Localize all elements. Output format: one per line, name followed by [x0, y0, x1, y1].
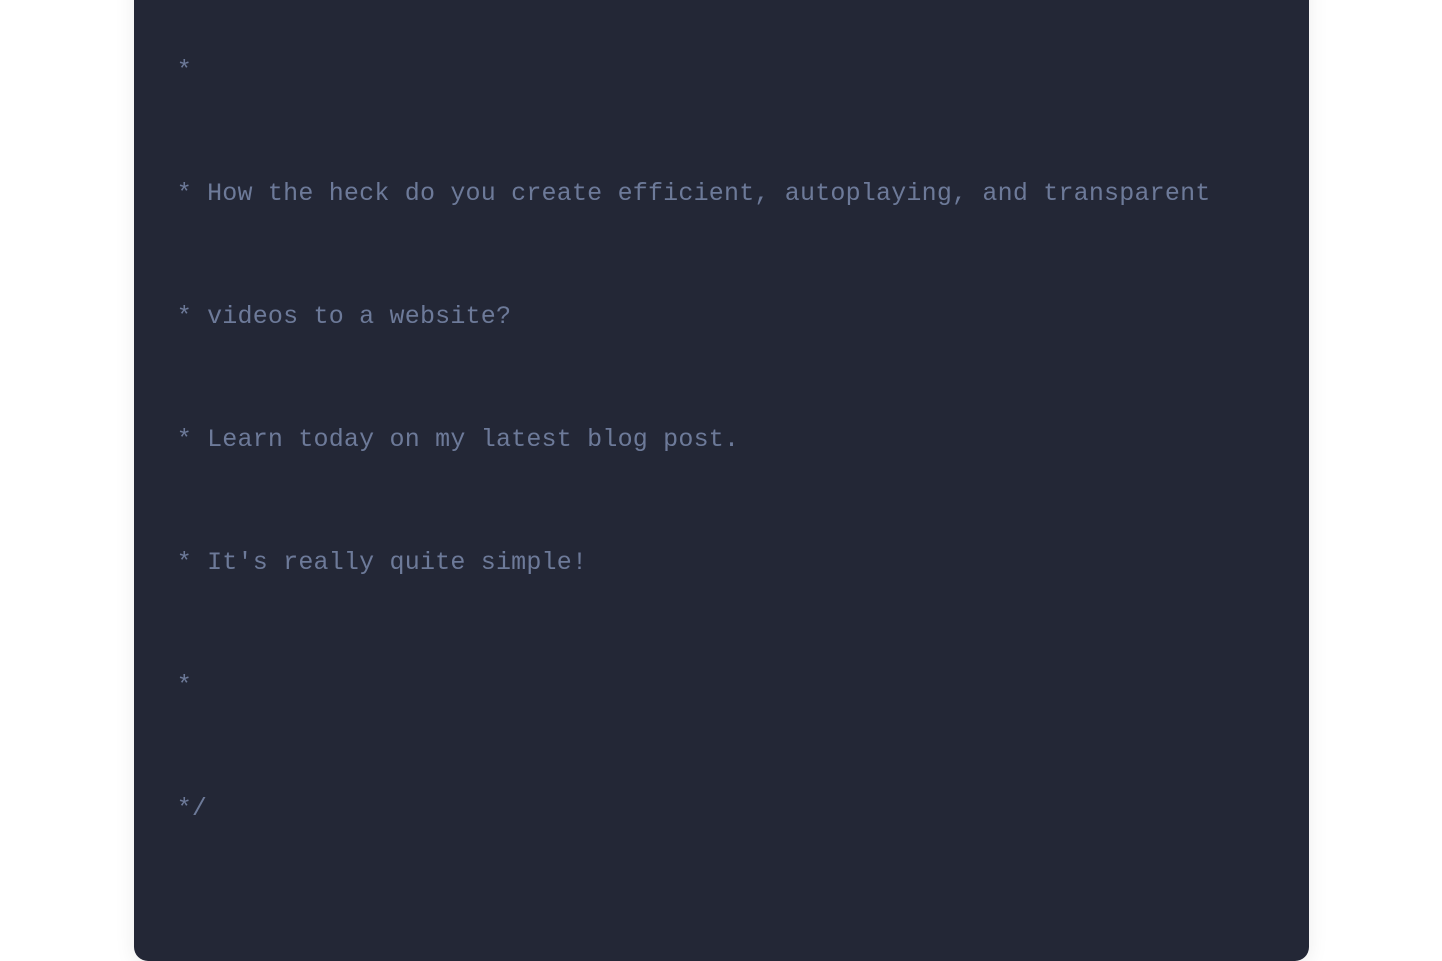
code-line: * How the heck do you create efficient, … — [162, 173, 1281, 214]
code-line: * — [162, 50, 1281, 91]
code-block: /* * * How the heck do you create effici… — [162, 0, 1281, 911]
code-window: /* * * How the heck do you create effici… — [134, 0, 1309, 961]
code-line: * — [162, 665, 1281, 706]
code-line: * Learn today on my latest blog post. — [162, 419, 1281, 460]
code-line: */ — [162, 788, 1281, 829]
code-line: * videos to a website? — [162, 296, 1281, 337]
code-line: * It's really quite simple! — [162, 542, 1281, 583]
